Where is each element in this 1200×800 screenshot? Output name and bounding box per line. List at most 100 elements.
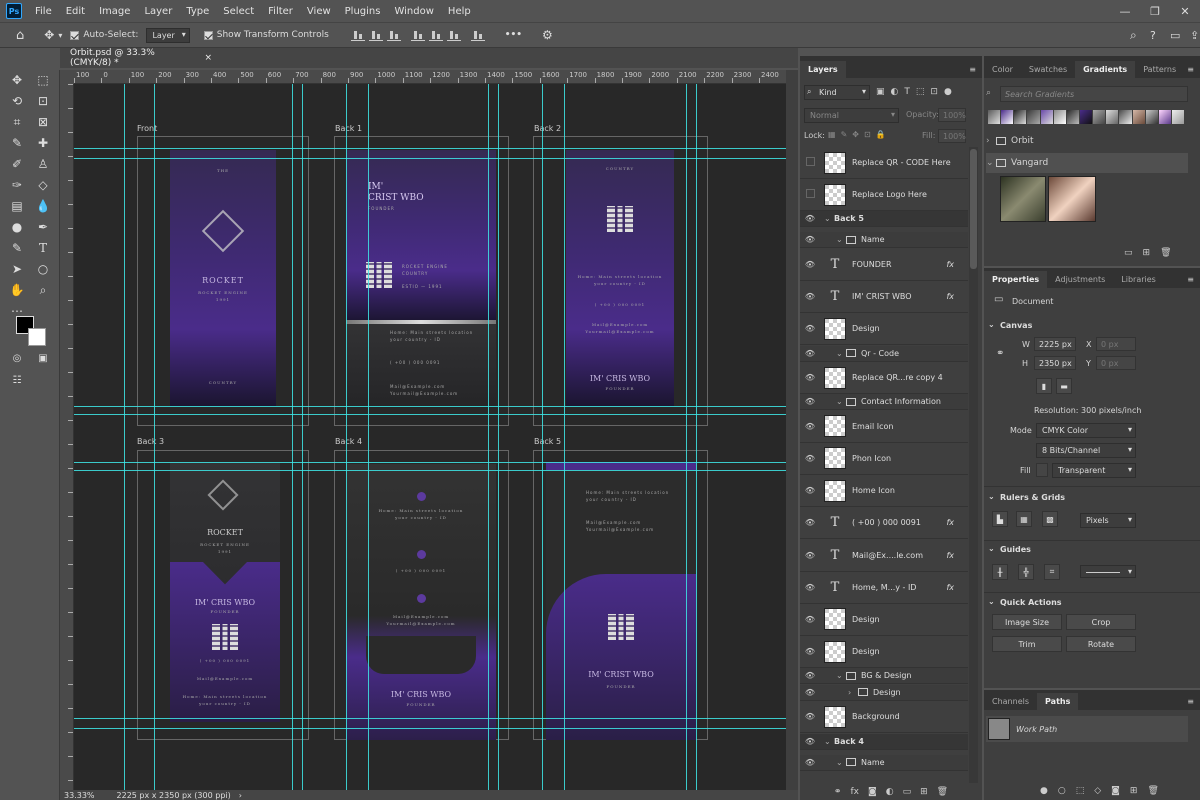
tab-paths[interactable]: Paths — [1037, 693, 1079, 710]
lasso-tool-icon[interactable]: ⟲ — [6, 91, 28, 111]
layer-row[interactable]: Replace Logo Here — [800, 179, 968, 212]
mask-icon[interactable]: ◙ — [1111, 786, 1120, 796]
more-options-button[interactable]: ••• — [505, 30, 522, 40]
background-color-swatch[interactable] — [28, 328, 46, 346]
ruler-icon[interactable]: ▙ — [992, 511, 1008, 527]
gradient-swatch[interactable] — [1119, 110, 1132, 124]
help-icon[interactable]: ? — [1150, 29, 1156, 42]
chevron-right-icon[interactable]: › — [239, 791, 242, 800]
blur-tool-icon[interactable]: 💧 — [32, 196, 54, 216]
layer-row[interactable]: 👁 Design — [800, 313, 968, 346]
workspace-icon[interactable]: ▭ — [1170, 29, 1180, 42]
load-selection-icon[interactable]: ⬚ — [1076, 786, 1085, 796]
tab-color[interactable]: Color — [984, 61, 1021, 78]
chevron-right-icon[interactable]: › — [986, 136, 996, 146]
visibility-eye-icon[interactable]: 👁 — [800, 292, 820, 301]
visibility-eye-icon[interactable]: 👁 — [800, 235, 820, 244]
gradient-swatch[interactable] — [1079, 110, 1093, 124]
tab-properties[interactable]: Properties — [984, 271, 1048, 288]
menu-plugins[interactable]: Plugins — [338, 6, 388, 17]
layer-row[interactable]: 👁 Design — [800, 604, 968, 636]
gradient-swatch[interactable] — [1027, 110, 1040, 124]
lock-artboard-icon[interactable]: ⊡ — [864, 130, 871, 139]
trim-button[interactable]: Trim — [992, 636, 1062, 652]
gradient-swatch[interactable] — [1053, 110, 1066, 124]
menu-edit[interactable]: Edit — [59, 6, 92, 17]
trash-icon[interactable]: 🗑 — [1160, 248, 1171, 258]
auto-select-checkbox[interactable]: Auto-Select: — [70, 30, 138, 40]
mask-icon[interactable]: ◙ — [868, 787, 877, 797]
chevron-down-icon[interactable]: ⌄ — [836, 758, 846, 767]
gradient-swatch[interactable] — [1066, 110, 1079, 124]
search-gradients-input[interactable]: Search Gradients — [1000, 86, 1188, 102]
layer-row[interactable]: 👁 ⌄ BG & Design — [800, 668, 968, 685]
visibility-eye-icon[interactable]: 👁 — [800, 758, 820, 767]
align-left-icon[interactable] — [350, 29, 365, 41]
gradient-swatch[interactable] — [1001, 110, 1014, 124]
visibility-eye-icon[interactable]: 👁 — [800, 712, 820, 721]
zoom-level[interactable]: 33.33% — [64, 791, 95, 800]
guide-line[interactable] — [292, 84, 293, 790]
align-center-icon[interactable] — [368, 29, 383, 41]
trash-icon[interactable]: 🗑 — [937, 787, 948, 797]
guide-line[interactable] — [564, 84, 565, 790]
vertical-scrollbar[interactable] — [786, 70, 798, 790]
new-path-icon[interactable]: ⊞ — [1130, 786, 1138, 796]
fx-icon[interactable]: fx — [850, 787, 859, 797]
visibility-eye-icon[interactable]: 👁 — [800, 551, 820, 560]
guide-layout-icon[interactable]: ⌗ — [1044, 564, 1060, 580]
visibility-eye-icon[interactable] — [800, 157, 820, 168]
folder-icon[interactable]: ▭ — [1124, 248, 1133, 258]
layer-row[interactable]: 👁 Design — [800, 636, 968, 669]
smart-filter-icon[interactable]: ⊡ — [930, 87, 938, 97]
canvas-area[interactable]: Front THE ROCKET ROCKET ENGINE 1991 COUN… — [74, 84, 786, 790]
chevron-down-icon[interactable]: ⌄ — [836, 671, 846, 680]
menu-type[interactable]: Type — [179, 6, 216, 17]
layer-row[interactable]: 👁 Background — [800, 701, 968, 734]
share-icon[interactable]: ⇪ — [1190, 29, 1199, 42]
hand-tool-icon[interactable]: ✋ — [6, 280, 28, 300]
menu-filter[interactable]: Filter — [261, 6, 300, 17]
shape-filter-icon[interactable]: ⬚ — [916, 87, 925, 97]
chevron-down-icon[interactable]: ⌄ — [824, 737, 834, 746]
menu-layer[interactable]: Layer — [137, 6, 179, 17]
chevron-down-icon[interactable]: ⌄ — [836, 397, 846, 406]
screen-mode-icon[interactable]: ▣ — [32, 348, 54, 368]
layer-row[interactable]: 👁 T Mail@Ex....le.com fx — [800, 540, 968, 572]
guide-line[interactable] — [74, 728, 786, 729]
image-size-button[interactable]: Image Size — [992, 614, 1062, 630]
fx-icon[interactable]: fx — [946, 518, 954, 527]
layer-row[interactable]: 👁 Email Icon — [800, 411, 968, 443]
visibility-eye-icon[interactable]: 👁 — [800, 349, 820, 358]
panel-menu-icon[interactable]: ≡ — [1187, 697, 1194, 710]
fx-icon[interactable]: fx — [946, 551, 954, 560]
chevron-down-icon[interactable]: ⌄ — [824, 214, 834, 223]
chevron-down-icon[interactable]: ▾ — [58, 31, 62, 40]
lock-paint-icon[interactable]: ✎ — [841, 130, 848, 139]
eyedropper-icon[interactable]: ✎ — [6, 133, 28, 153]
search-icon[interactable]: ⌕ — [1130, 28, 1137, 43]
gradient-swatch[interactable] — [1145, 110, 1158, 124]
align-middle-icon[interactable] — [428, 29, 443, 41]
type-tool-icon[interactable]: T — [32, 238, 54, 258]
brush-tool-icon[interactable]: ✐ — [6, 154, 28, 174]
healing-brush-icon[interactable]: ✚ — [32, 133, 54, 153]
landscape-icon[interactable]: ▬ — [1056, 378, 1072, 394]
align-bottom-icon[interactable] — [446, 29, 461, 41]
visibility-eye-icon[interactable]: 👁 — [800, 615, 820, 624]
guide-line[interactable] — [368, 84, 369, 790]
frame-tool-icon[interactable]: ⊠ — [32, 112, 54, 132]
chevron-down-icon[interactable]: ⌄ — [988, 597, 995, 606]
guide-line[interactable] — [74, 718, 786, 719]
chevron-down-icon[interactable]: ⌄ — [988, 544, 995, 553]
move-tool-icon[interactable]: ✥ — [44, 28, 54, 42]
zoom-tool-icon[interactable]: ⌕ — [32, 280, 54, 300]
visibility-eye-icon[interactable]: 👁 — [800, 583, 820, 592]
gradient-swatch[interactable] — [1093, 110, 1106, 124]
layer-row[interactable]: 👁 T ( +00 ) 000 0091 fx — [800, 507, 968, 540]
adjustment-filter-icon[interactable]: ◐ — [891, 87, 899, 97]
bit-depth-dropdown[interactable]: 8 Bits/Channel — [1036, 443, 1136, 458]
tab-adjustments[interactable]: Adjustments — [1047, 271, 1113, 288]
menu-view[interactable]: View — [300, 6, 338, 17]
layer-dropdown[interactable]: Layer — [146, 27, 190, 43]
